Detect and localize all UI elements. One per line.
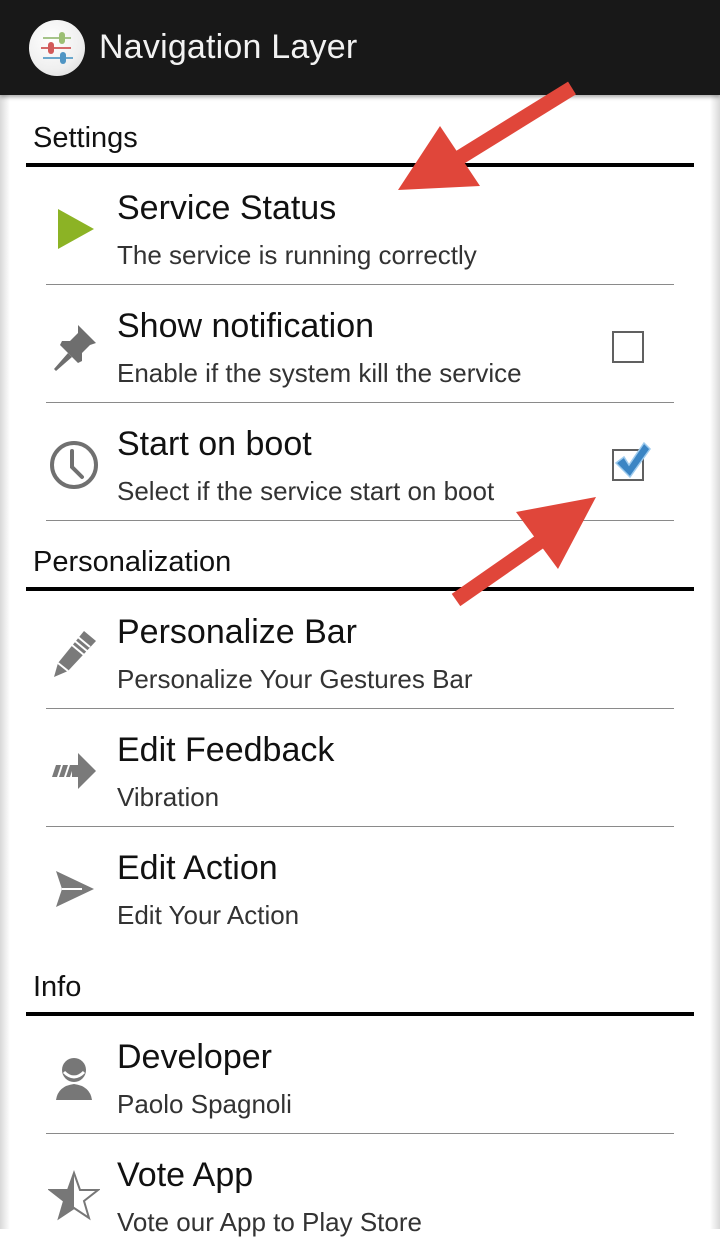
- pref-summary: Enable if the system kill the service: [117, 358, 522, 388]
- pref-summary: Select if the service start on boot: [117, 476, 495, 506]
- pref-title: Vote App: [117, 1156, 254, 1194]
- pref-summary: Vote our App to Play Store: [117, 1207, 422, 1237]
- right-edge-shadow: [710, 95, 720, 1229]
- section-title: Personalization: [33, 546, 232, 578]
- pref-edit-action[interactable]: Edit Action Edit Your Action: [46, 827, 674, 944]
- left-edge-shadow: [0, 95, 10, 1229]
- pref-title: Edit Feedback: [117, 731, 335, 769]
- pref-title: Developer: [117, 1038, 272, 1076]
- play-icon: [58, 209, 94, 249]
- pref-title: Start on boot: [117, 425, 312, 463]
- pref-summary: Edit Your Action: [117, 900, 300, 930]
- pref-title: Edit Action: [117, 849, 278, 887]
- sliders-app-icon[interactable]: [29, 19, 85, 76]
- section-header-info: Info: [26, 944, 694, 1016]
- app-title: Navigation Layer: [99, 28, 358, 66]
- clock-icon: [50, 441, 98, 489]
- pref-show-notification[interactable]: Show notification Enable if the system k…: [46, 285, 674, 403]
- pref-summary: Paolo Spagnoli: [117, 1089, 292, 1119]
- preferences-list: Settings Service Status The service is r…: [0, 95, 720, 1251]
- section-title: Settings: [33, 122, 138, 154]
- pref-developer[interactable]: Developer Paolo Spagnoli: [46, 1016, 674, 1134]
- action-bar: Navigation Layer: [0, 0, 720, 95]
- half-star-icon: [48, 1170, 100, 1221]
- pref-title: Service Status: [117, 189, 337, 227]
- pref-summary: The service is running correctly: [117, 240, 477, 270]
- section-title: Info: [33, 971, 82, 1003]
- pref-service-status[interactable]: Service Status The service is running co…: [46, 167, 674, 285]
- checkmark-icon: [614, 441, 651, 479]
- show-notification-checkbox[interactable]: [612, 331, 644, 363]
- pref-start-on-boot[interactable]: Start on boot Select if the service star…: [46, 403, 674, 521]
- pref-edit-feedback[interactable]: Edit Feedback Vibration: [46, 709, 674, 827]
- pref-title: Personalize Bar: [117, 613, 358, 651]
- pref-summary: Personalize Your Gestures Bar: [117, 664, 473, 694]
- start-on-boot-checkbox[interactable]: [612, 441, 651, 481]
- person-icon: [56, 1058, 92, 1100]
- pref-personalize-bar[interactable]: Personalize Bar Personalize Your Gesture…: [46, 591, 674, 709]
- fast-forward-arrow-icon: [52, 753, 96, 789]
- pin-icon: [54, 325, 96, 371]
- section-header-personalization: Personalization: [26, 521, 694, 591]
- pref-vote-app[interactable]: Vote App Vote our App to Play Store: [46, 1134, 674, 1251]
- pref-title: Show notification: [117, 307, 375, 345]
- section-header-settings: Settings: [26, 95, 694, 167]
- pencil-icon: [54, 631, 96, 677]
- send-icon: [56, 871, 94, 907]
- pref-summary: Vibration: [117, 782, 220, 812]
